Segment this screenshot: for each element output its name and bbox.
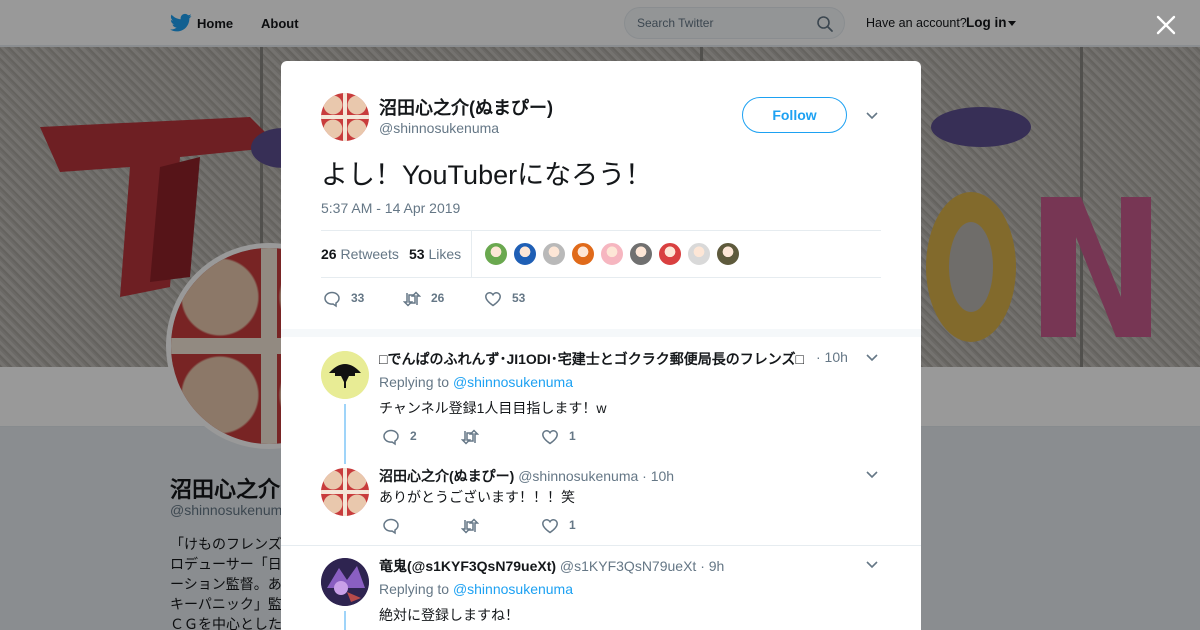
avatar-image bbox=[321, 558, 369, 606]
section-divider bbox=[281, 329, 921, 337]
replying-label: Replying to bbox=[379, 581, 450, 597]
reply-count: 33 bbox=[351, 291, 365, 305]
reply-text: 絶対に登録しますね！ bbox=[379, 607, 519, 623]
reply-author-name[interactable]: □でんぱのふれんず･JI1ODI･宅建士とゴクラク郵便局長のフレンズ□ ▯ bbox=[379, 349, 809, 369]
tweet-modal: 沼田心之介(ぬまぴー) @shinnosukenuma Follow よし！Yo… bbox=[281, 61, 921, 630]
reply-time[interactable]: · 9h bbox=[700, 558, 724, 574]
liker-avatar[interactable] bbox=[600, 242, 624, 266]
heart-icon bbox=[485, 292, 501, 307]
likes-count: 53 bbox=[409, 246, 425, 262]
reply-time[interactable]: · 10h bbox=[816, 349, 848, 365]
retweets-label: Retweets bbox=[340, 246, 399, 262]
retweets-count: 26 bbox=[321, 246, 337, 262]
liker-avatar[interactable] bbox=[571, 242, 595, 266]
liker-avatar[interactable] bbox=[658, 242, 682, 266]
replying-to-link[interactable]: @shinnosukenuma bbox=[453, 581, 573, 597]
reply-count: 2 bbox=[410, 429, 417, 443]
retweet-count: 26 bbox=[431, 291, 445, 305]
reply-icon bbox=[383, 518, 399, 535]
reply-avatar[interactable] bbox=[321, 468, 369, 516]
avatar-image bbox=[321, 93, 369, 141]
author-name[interactable]: 沼田心之介(ぬまぴー) bbox=[379, 94, 553, 120]
likes-stat[interactable]: 53 Likes bbox=[409, 246, 461, 262]
tweet-timestamp[interactable]: 5:37 AM - 14 Apr 2019 bbox=[321, 200, 460, 216]
reply-author-handle: @shinnosukenuma bbox=[518, 468, 639, 484]
reply-time[interactable]: · 10h bbox=[642, 468, 674, 484]
replying-to-link[interactable]: @shinnosukenuma bbox=[453, 374, 573, 390]
replying-to: Replying to @shinnosukenuma bbox=[379, 581, 573, 597]
reply-author-handle: @s1KYF3QsN79ueXt bbox=[559, 558, 697, 574]
heart-icon bbox=[542, 519, 558, 534]
reply-author[interactable]: 竜鬼(@s1KYF3QsN79ueXt) @s1KYF3QsN79ueXt · … bbox=[379, 556, 724, 576]
retweets-stat[interactable]: 26 Retweets bbox=[321, 246, 399, 262]
tweet-stats: 26 Retweets 53 Likes bbox=[321, 230, 881, 278]
avatar-image bbox=[321, 468, 369, 516]
reply-icon bbox=[324, 291, 340, 308]
chevron-down-icon[interactable] bbox=[866, 561, 878, 569]
liker-avatar[interactable] bbox=[629, 242, 653, 266]
chevron-down-icon[interactable] bbox=[866, 354, 878, 362]
like-count: 1 bbox=[569, 429, 576, 443]
thread-line bbox=[344, 404, 346, 464]
liker-avatar[interactable] bbox=[484, 242, 508, 266]
retweet-icon bbox=[461, 429, 479, 445]
replying-label: Replying to bbox=[379, 374, 450, 390]
avatar-image bbox=[321, 351, 369, 399]
author-handle[interactable]: @shinnosukenuma bbox=[379, 120, 499, 136]
replying-to: Replying to @shinnosukenuma bbox=[379, 374, 573, 390]
like-count: 1 bbox=[569, 518, 576, 532]
close-icon[interactable] bbox=[1154, 13, 1178, 37]
reply-text: ありがとうございます！！！笑 bbox=[379, 489, 575, 505]
liker-avatar[interactable] bbox=[542, 242, 566, 266]
retweet-icon bbox=[461, 518, 479, 534]
chevron-down-icon[interactable] bbox=[866, 112, 878, 120]
follow-button[interactable]: Follow bbox=[742, 97, 847, 133]
like-count: 53 bbox=[512, 291, 526, 305]
reply-icon bbox=[383, 429, 399, 446]
reply-author[interactable]: 沼田心之介(ぬまぴー) @shinnosukenuma · 10h bbox=[379, 466, 674, 486]
reply-text: チャンネル登録1人目目指します！w bbox=[379, 400, 607, 416]
retweet-icon bbox=[403, 291, 421, 307]
liker-avatar[interactable] bbox=[716, 242, 740, 266]
tweet-text: よし！YouTuberになろう！ bbox=[321, 160, 653, 190]
reply-author-name: 竜鬼(@s1KYF3QsN79ueXt) bbox=[379, 558, 557, 574]
liker-avatar[interactable] bbox=[513, 242, 537, 266]
thread-line bbox=[344, 611, 346, 630]
chevron-down-icon[interactable] bbox=[866, 471, 878, 479]
reply-avatar[interactable] bbox=[321, 351, 369, 399]
likes-label: Likes bbox=[428, 246, 462, 262]
reply-author-name: 沼田心之介(ぬまぴー) bbox=[379, 468, 515, 484]
section-divider bbox=[281, 545, 921, 546]
reply-avatar[interactable] bbox=[321, 558, 369, 606]
liker-avatar[interactable] bbox=[687, 242, 711, 266]
stats-divider bbox=[471, 231, 472, 277]
heart-icon bbox=[542, 430, 558, 445]
author-avatar[interactable] bbox=[321, 93, 369, 141]
